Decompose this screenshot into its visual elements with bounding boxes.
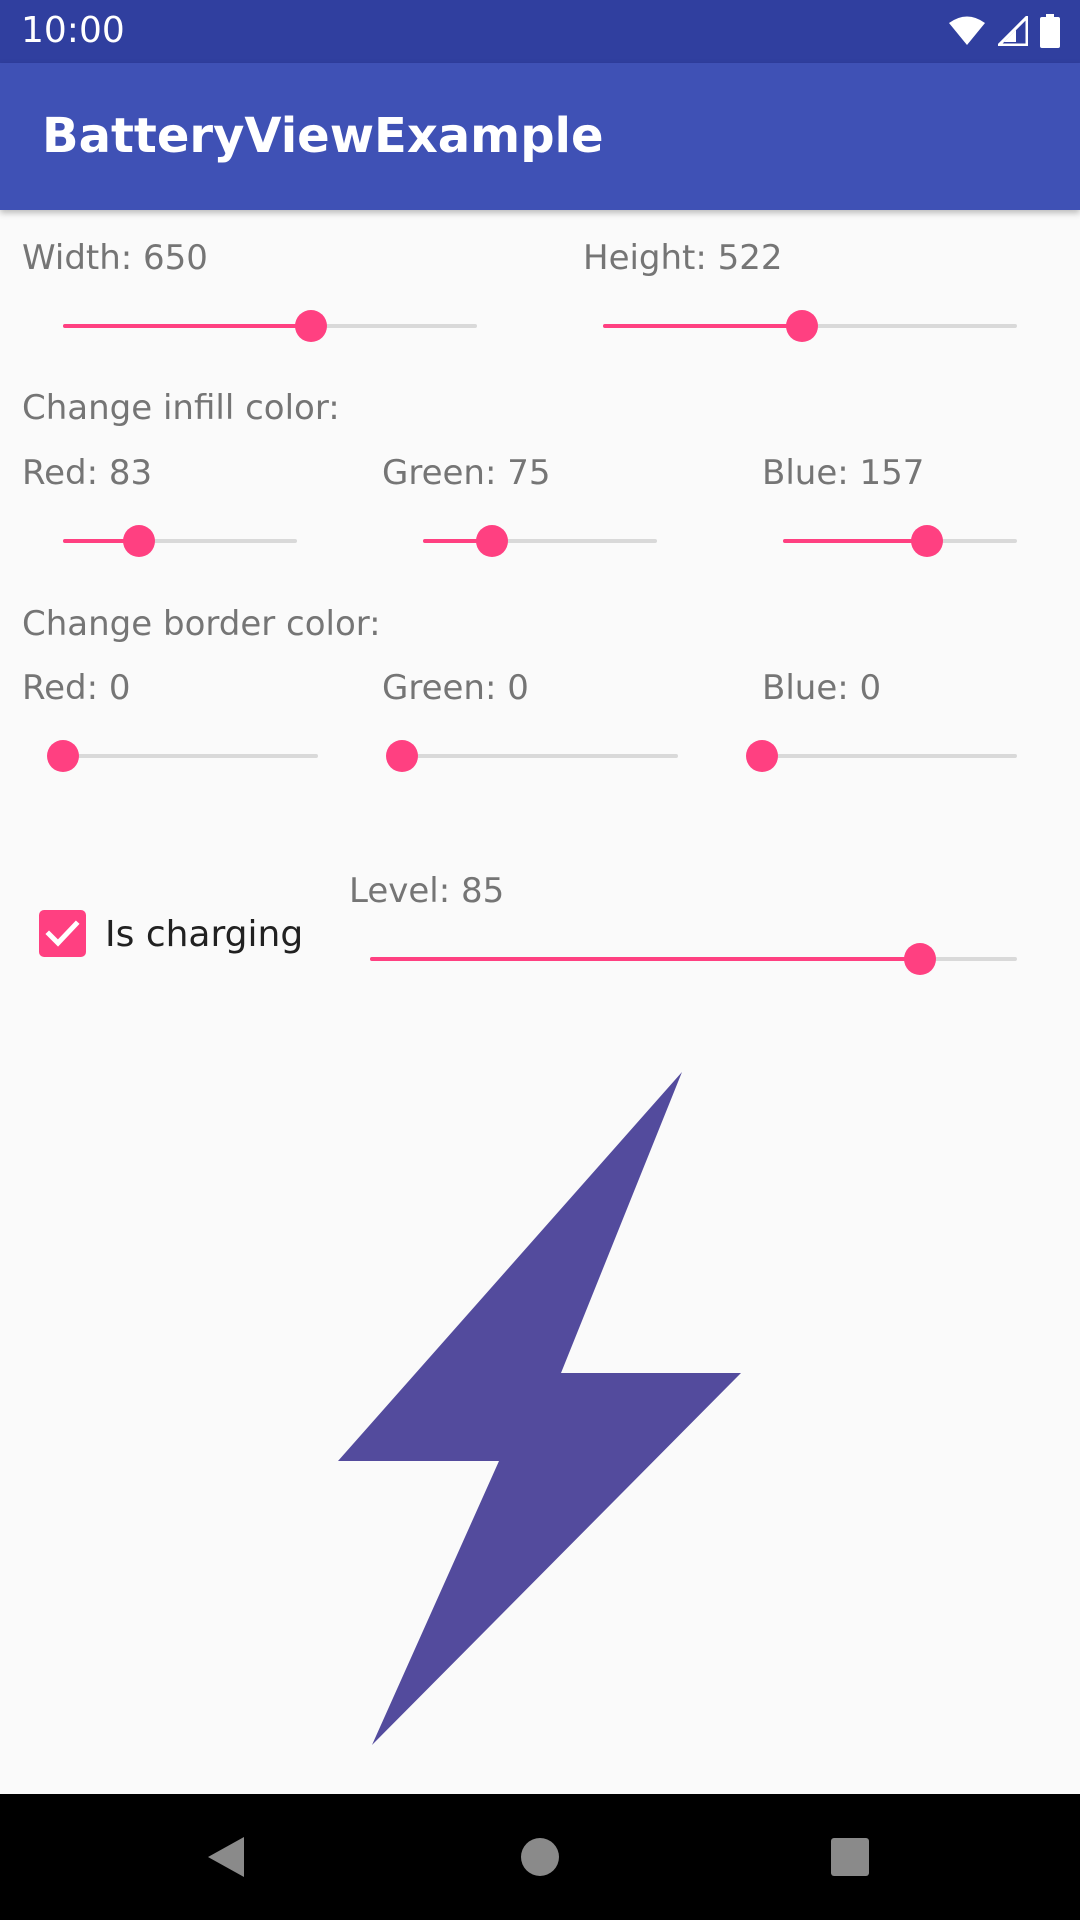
home-icon — [521, 1838, 559, 1876]
back-icon — [208, 1837, 244, 1877]
battery-view — [338, 1072, 741, 1745]
recents-icon — [831, 1838, 869, 1876]
navigation-bar — [0, 1794, 1080, 1920]
home-button[interactable] — [460, 1794, 620, 1920]
recents-button[interactable] — [770, 1794, 930, 1920]
back-button[interactable] — [146, 1794, 306, 1920]
charging-bolt-icon — [338, 1072, 741, 1745]
